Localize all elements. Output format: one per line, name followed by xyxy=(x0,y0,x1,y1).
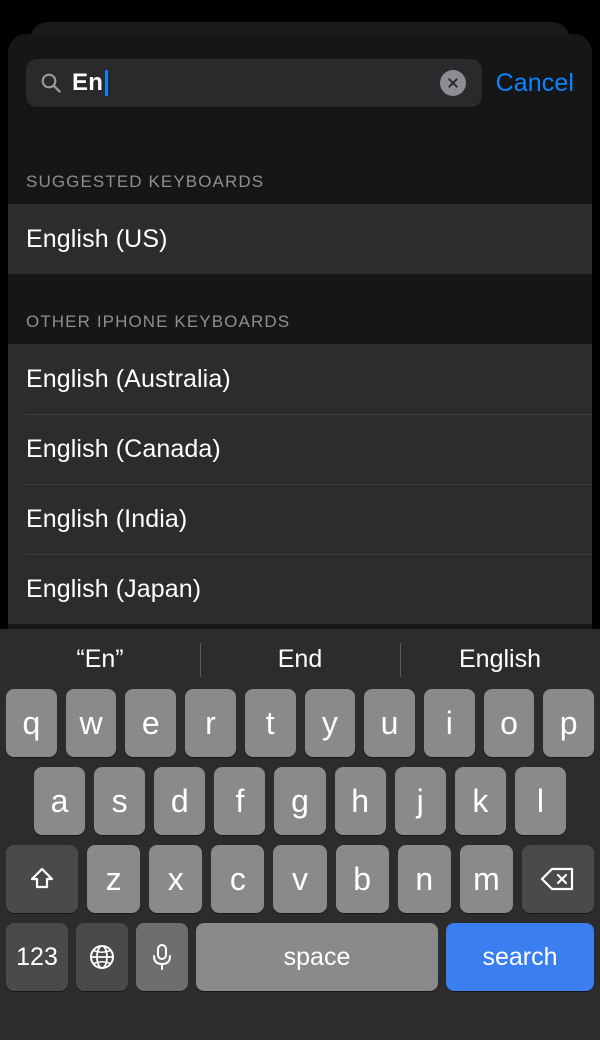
search-text-wrap: En xyxy=(72,59,430,107)
key-h[interactable]: h xyxy=(334,767,386,835)
list-item[interactable]: English (Japan) xyxy=(8,554,592,624)
key-c[interactable]: c xyxy=(211,845,265,913)
keyboard-row-3: z x c v b n m xyxy=(0,845,600,913)
search-value: En xyxy=(72,69,104,96)
section-rows-other: English (Australia) English (Canada) Eng… xyxy=(8,344,592,624)
search-bar: En Cancel xyxy=(8,54,592,112)
backspace-key[interactable] xyxy=(521,845,594,913)
key-y[interactable]: y xyxy=(304,689,356,757)
space-key[interactable]: space xyxy=(196,923,438,991)
suggestion-item[interactable]: End xyxy=(200,629,400,689)
key-f[interactable]: f xyxy=(214,767,266,835)
suggestion-item[interactable]: “En” xyxy=(0,629,200,689)
key-a[interactable]: a xyxy=(34,767,86,835)
dictation-key[interactable] xyxy=(136,923,188,991)
key-p[interactable]: p xyxy=(543,689,595,757)
list-item[interactable]: English (US) xyxy=(8,204,592,274)
keyboard-row-4: 123 space search xyxy=(0,923,600,991)
key-t[interactable]: t xyxy=(244,689,296,757)
key-i[interactable]: i xyxy=(423,689,475,757)
search-icon xyxy=(40,72,62,94)
suggestion-bar: “En” End English xyxy=(0,629,600,689)
key-o[interactable]: o xyxy=(483,689,535,757)
key-x[interactable]: x xyxy=(149,845,203,913)
key-d[interactable]: d xyxy=(154,767,206,835)
section-header-other: OTHER IPHONE KEYBOARDS xyxy=(8,274,592,344)
key-l[interactable]: l xyxy=(514,767,566,835)
list-item[interactable]: English (Canada) xyxy=(8,414,592,484)
suggestion-item[interactable]: English xyxy=(400,629,600,689)
key-r[interactable]: r xyxy=(185,689,236,757)
shift-key[interactable] xyxy=(6,845,78,913)
key-b[interactable]: b xyxy=(335,845,389,913)
key-s[interactable]: s xyxy=(94,767,146,835)
key-w[interactable]: w xyxy=(65,689,117,757)
list-item[interactable]: English (India) xyxy=(8,484,592,554)
section-rows-suggested: English (US) xyxy=(8,204,592,274)
globe-key[interactable] xyxy=(76,923,128,991)
key-u[interactable]: u xyxy=(364,689,415,757)
key-g[interactable]: g xyxy=(274,767,326,835)
key-k[interactable]: k xyxy=(454,767,506,835)
globe-icon xyxy=(87,942,117,972)
search-input[interactable]: En xyxy=(26,59,482,107)
clear-search-button[interactable] xyxy=(439,70,466,96)
key-e[interactable]: e xyxy=(125,689,177,757)
keyboard-list: SUGGESTED KEYBOARDS English (US) OTHER I… xyxy=(8,124,592,624)
key-z[interactable]: z xyxy=(87,845,141,913)
cancel-button[interactable]: Cancel xyxy=(496,69,574,98)
numbers-key[interactable]: 123 xyxy=(6,923,68,991)
key-j[interactable]: j xyxy=(394,767,446,835)
list-item[interactable]: English (Australia) xyxy=(8,344,592,414)
software-keyboard: “En” End English q w e r t y u i o p a s… xyxy=(0,629,600,1040)
key-n[interactable]: n xyxy=(397,845,451,913)
shift-arrow-icon xyxy=(27,864,57,894)
key-q[interactable]: q xyxy=(5,689,57,757)
key-m[interactable]: m xyxy=(459,845,513,913)
text-caret xyxy=(105,70,108,96)
key-v[interactable]: v xyxy=(273,845,327,913)
screen: En Cancel SUGGESTED KEYBOARDS English (U… xyxy=(0,0,600,1040)
microphone-icon xyxy=(148,942,176,972)
section-header-suggested: SUGGESTED KEYBOARDS xyxy=(8,124,592,204)
keyboard-row-2: a s d f g h j k l xyxy=(0,767,600,835)
backspace-icon xyxy=(540,865,576,893)
keyboard-row-1: q w e r t y u i o p xyxy=(0,689,600,757)
search-return-key[interactable]: search xyxy=(446,923,594,991)
